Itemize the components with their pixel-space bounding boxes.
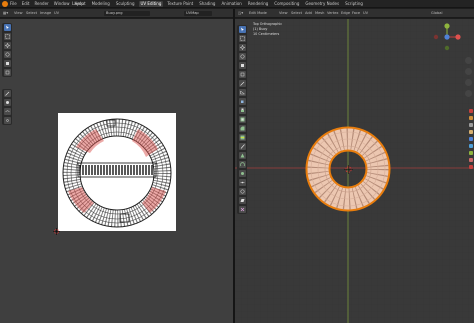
tab-compositing[interactable]: Compositing xyxy=(272,1,301,7)
vp-edge-menu[interactable]: Edge xyxy=(341,11,350,16)
grid-view-icon[interactable] xyxy=(465,90,472,97)
tab-shading[interactable]: Shading xyxy=(197,1,217,7)
object-tab-icon[interactable] xyxy=(469,130,473,134)
uv-toolbar-2 xyxy=(2,89,12,125)
uv-texture-image xyxy=(58,113,176,231)
relax-tool[interactable] xyxy=(3,108,11,115)
uvmap-selector[interactable]: UVMap xyxy=(184,11,212,16)
vp-add-cube-tool[interactable] xyxy=(238,98,246,105)
texture-tab-icon[interactable] xyxy=(469,165,473,169)
vp-annotate-tool[interactable] xyxy=(238,80,246,87)
uv-scale-tool[interactable] xyxy=(3,60,11,67)
grid-scale-label: 10 Centimeters xyxy=(253,32,280,36)
vp-add-menu[interactable]: Add xyxy=(305,11,312,16)
tab-geometry-nodes[interactable]: Geometry Nodes xyxy=(303,1,341,7)
vp-box-select-tool[interactable] xyxy=(238,35,246,42)
viewport-info-overlay: Top Orthographic (1) Buoy 10 Centimeters xyxy=(253,22,282,37)
mesh-data-tab-icon[interactable] xyxy=(469,151,473,155)
vp-poly-build-tool[interactable] xyxy=(238,152,246,159)
render-tab-icon[interactable] xyxy=(469,116,473,120)
uv-transform-tool[interactable] xyxy=(3,69,11,76)
tab-texture-paint[interactable]: Texture Paint xyxy=(165,1,195,7)
properties-tabs xyxy=(468,109,474,169)
blender-logo-icon[interactable] xyxy=(2,1,8,7)
vp-shear-tool[interactable] xyxy=(238,197,246,204)
viewport-header: ◳▾ Edit Mode View Select Add Mesh Vertex… xyxy=(235,9,474,18)
vp-transform-tool[interactable] xyxy=(238,71,246,78)
pan-hand-icon[interactable] xyxy=(465,68,472,75)
tab-scripting[interactable]: Scripting xyxy=(343,1,365,7)
vp-edge-slide-tool[interactable] xyxy=(238,179,246,186)
vp-select-menu[interactable]: Select xyxy=(291,11,302,16)
workspace-tabs: Layout Modeling Sculpting UV Editing Tex… xyxy=(70,1,365,7)
menu-window[interactable]: Window xyxy=(54,1,70,7)
vp-vertex-menu[interactable]: Vertex xyxy=(327,11,339,16)
grab-tool[interactable] xyxy=(3,99,11,106)
vp-scale-tool[interactable] xyxy=(238,62,246,69)
tab-uv-editing[interactable]: UV Editing xyxy=(138,1,164,7)
vp-bevel-tool[interactable] xyxy=(238,125,246,132)
image-selector[interactable]: Buoy.png xyxy=(104,11,150,16)
vp-move-tool[interactable] xyxy=(238,44,246,51)
uv-select-menu[interactable]: Select xyxy=(26,11,37,16)
top-bar: File Edit Render Window Help Layout Mode… xyxy=(0,0,474,8)
uv-move-tool[interactable] xyxy=(3,42,11,49)
mode-selector[interactable]: Edit Mode xyxy=(249,11,267,16)
uv-cursor-tool[interactable] xyxy=(3,24,11,31)
vp-inset-tool[interactable] xyxy=(238,116,246,123)
vp-mesh-menu[interactable]: Mesh xyxy=(315,11,324,16)
tool-tab-icon[interactable] xyxy=(469,109,473,113)
navigation-gizmo[interactable] xyxy=(432,22,462,52)
uv-rotate-tool[interactable] xyxy=(3,51,11,58)
editor-type-button[interactable]: ▦▾ xyxy=(3,11,8,16)
menu-render[interactable]: Render xyxy=(34,1,48,7)
tab-sculpting[interactable]: Sculpting xyxy=(114,1,137,7)
camera-icon[interactable] xyxy=(465,79,472,86)
uv-layout xyxy=(62,118,172,228)
uv-toolbar xyxy=(2,23,12,77)
vp-uv-menu[interactable]: UV xyxy=(363,11,368,16)
viewport-nav-buttons xyxy=(465,57,472,97)
torus-mesh[interactable] xyxy=(235,19,474,323)
tab-layout[interactable]: Layout xyxy=(70,1,88,7)
3d-viewport[interactable]: Top Orthographic (1) Buoy 10 Centimeters xyxy=(235,19,474,323)
uv-view-menu[interactable]: View xyxy=(14,11,23,16)
viewport-toolbar xyxy=(237,25,247,214)
uv-box-select-tool[interactable] xyxy=(3,33,11,40)
uv-image-menu[interactable]: Image xyxy=(40,11,51,16)
material-tab-icon[interactable] xyxy=(469,158,473,162)
vp-rotate-tool[interactable] xyxy=(238,53,246,60)
menu-file[interactable]: File xyxy=(10,1,17,7)
tab-rendering[interactable]: Rendering xyxy=(246,1,270,7)
vp-smooth-tool[interactable] xyxy=(238,170,246,177)
annotate-tool[interactable] xyxy=(3,90,11,97)
vp-cursor-tool[interactable] xyxy=(238,26,246,33)
pinch-tool[interactable] xyxy=(3,117,11,124)
orientation-selector[interactable]: Global xyxy=(431,11,442,16)
vp-view-menu[interactable]: View xyxy=(279,11,288,16)
tab-modeling[interactable]: Modeling xyxy=(90,1,112,7)
particles-tab-icon[interactable] xyxy=(469,144,473,148)
vp-shrink-fatten-tool[interactable] xyxy=(238,188,246,195)
zoom-icon[interactable] xyxy=(465,57,472,64)
modifier-tab-icon[interactable] xyxy=(469,137,473,141)
editor-type-button-3d[interactable]: ◳▾ xyxy=(238,11,243,16)
uv-menu[interactable]: UV xyxy=(54,11,59,16)
vp-knife-tool[interactable] xyxy=(238,143,246,150)
vp-measure-tool[interactable] xyxy=(238,89,246,96)
output-tab-icon[interactable] xyxy=(469,123,473,127)
vp-rip-region-tool[interactable] xyxy=(238,206,246,213)
vp-extrude-tool[interactable] xyxy=(238,107,246,114)
vp-spin-tool[interactable] xyxy=(238,161,246,168)
vp-loop-cut-tool[interactable] xyxy=(238,134,246,141)
uv-editor-header: ▦▾ View Select Image UV Buoy.png UVMap xyxy=(0,9,233,18)
menu-edit[interactable]: Edit xyxy=(22,1,30,7)
3d-cursor-icon[interactable] xyxy=(343,164,353,174)
2d-cursor-icon[interactable] xyxy=(53,228,60,235)
vp-face-menu[interactable]: Face xyxy=(352,11,360,16)
tab-animation[interactable]: Animation xyxy=(219,1,243,7)
